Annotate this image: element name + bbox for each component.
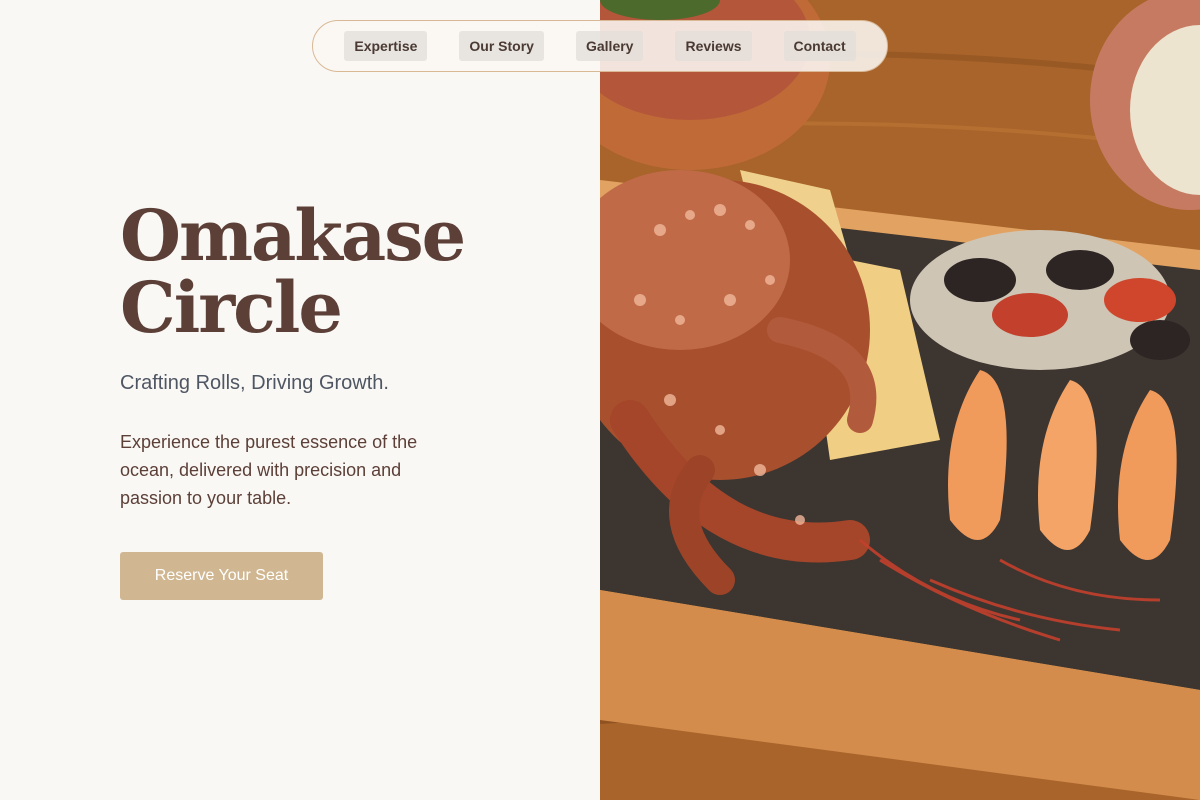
hero-description: Experience the purest essence of the oce… (120, 432, 418, 508)
landing-page: Omakase Circle Crafting Rolls, Driving G… (0, 0, 1200, 800)
seafood-platter-image (600, 0, 1200, 800)
nav-item-reviews[interactable]: Reviews (675, 31, 752, 61)
title-line-1: Omakase (120, 194, 466, 277)
reserve-seat-button[interactable]: Reserve Your Seat (120, 552, 323, 600)
hero-text-panel: Omakase Circle Crafting Rolls, Driving G… (0, 0, 600, 800)
main-navigation: Expertise Our Story Gallery Reviews Cont… (312, 20, 888, 72)
nav-item-gallery[interactable]: Gallery (575, 31, 644, 61)
tagline: Crafting Rolls, Driving Growth. (120, 372, 389, 394)
nav-item-expertise[interactable]: Expertise (344, 31, 428, 61)
brand-title: Omakase Circle (120, 200, 540, 344)
nav-item-contact[interactable]: Contact (783, 31, 856, 61)
nav-item-our-story[interactable]: Our Story (459, 31, 544, 61)
title-line-2: Circle (120, 266, 343, 349)
